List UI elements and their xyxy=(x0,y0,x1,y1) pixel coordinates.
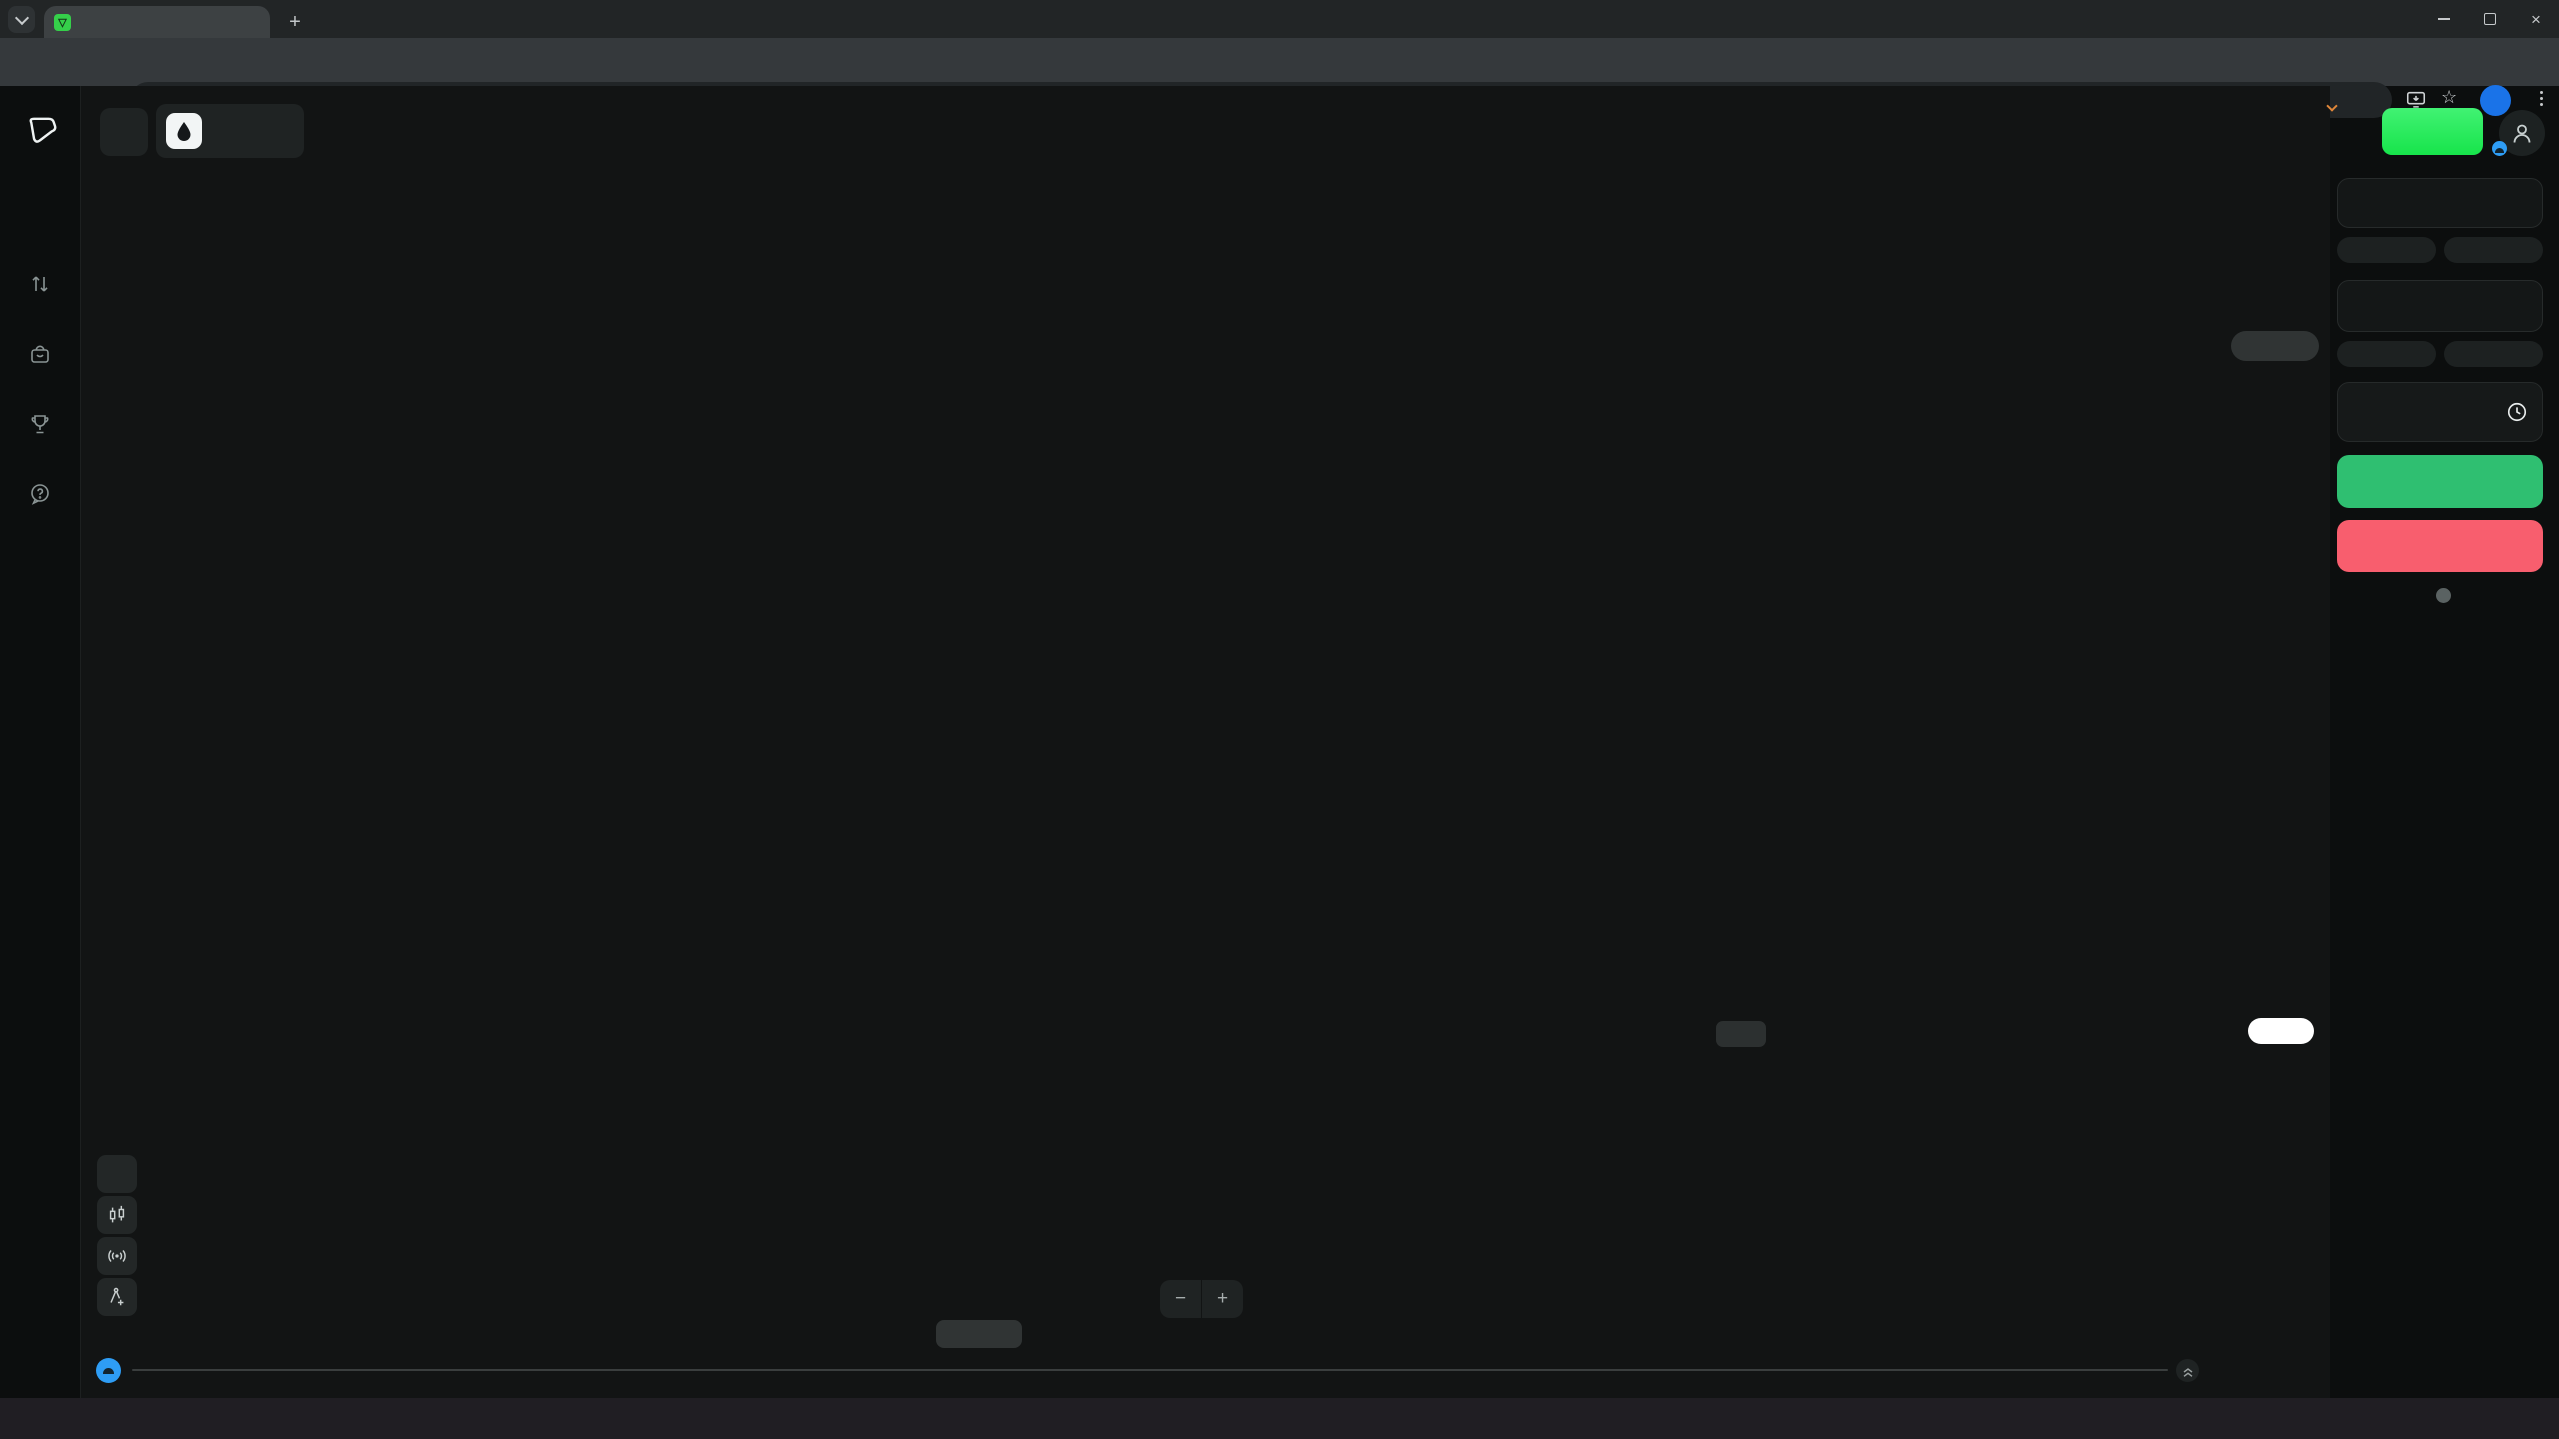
help-icon xyxy=(28,482,52,506)
scroll-to-latest-button[interactable] xyxy=(2176,1359,2199,1382)
online-counter xyxy=(10,1334,70,1336)
collapsed-widget-button[interactable] xyxy=(96,1358,121,1383)
chart-canvas[interactable] xyxy=(80,86,2330,1398)
account-balance[interactable] xyxy=(2150,102,2336,110)
window-controls: × xyxy=(2421,0,2559,38)
instrument-card[interactable] xyxy=(156,104,304,158)
close-icon: × xyxy=(2531,11,2541,28)
instrument-icon xyxy=(166,113,202,149)
bookmark-star-icon[interactable]: ☆ xyxy=(2441,87,2457,108)
current-price-tag xyxy=(2248,1018,2314,1044)
compass-icon xyxy=(106,1286,128,1308)
rewards-icon xyxy=(28,412,52,436)
profit-info xyxy=(2337,588,2543,603)
up-button[interactable] xyxy=(2337,455,2543,508)
new-tab-button[interactable]: + xyxy=(282,9,308,35)
clock-icon xyxy=(2506,401,2528,423)
person-icon xyxy=(2510,121,2534,145)
zoom-in-button[interactable]: + xyxy=(1202,1280,1243,1318)
crosshair-price-badge xyxy=(2231,331,2319,361)
chart-scrollbar[interactable] xyxy=(132,1369,2168,1371)
chevron-down-icon xyxy=(14,11,28,25)
browser-menu-icon[interactable] xyxy=(2540,91,2543,106)
browser-tab[interactable]: ▽ xyxy=(44,6,270,38)
amount-increase-button[interactable] xyxy=(2444,237,2543,263)
trade-countdown-timer xyxy=(1716,1021,1766,1047)
duration-increase-button[interactable] xyxy=(2444,341,2543,367)
sidebar-item-market[interactable] xyxy=(0,342,80,368)
sidebar-item-help[interactable] xyxy=(0,482,80,508)
zoom-out-button[interactable]: − xyxy=(1160,1280,1201,1318)
chart-type-button[interactable] xyxy=(97,1196,137,1234)
minimize-icon xyxy=(2438,18,2450,20)
payments-button[interactable] xyxy=(2382,108,2483,155)
site-favicon: ▽ xyxy=(54,14,71,31)
chevron-down-icon xyxy=(2326,100,2337,111)
minimize-button[interactable] xyxy=(2421,0,2467,38)
sidebar-item-rewards[interactable] xyxy=(0,412,80,438)
windows-taskbar: Y Y xyxy=(0,1398,2559,1439)
signal-icon xyxy=(106,1245,128,1267)
drawing-tools-button[interactable] xyxy=(97,1278,137,1316)
screen: ▽ + × ← → ☆ xyxy=(0,0,2559,1439)
close-window-button[interactable]: × xyxy=(2513,0,2559,38)
amount-field[interactable] xyxy=(2337,178,2543,228)
maximize-button[interactable] xyxy=(2467,0,2513,38)
olymptrade-logo[interactable] xyxy=(26,116,58,144)
add-asset-button[interactable] xyxy=(100,108,148,156)
timeframe-button[interactable] xyxy=(97,1155,137,1193)
duration-field[interactable] xyxy=(2337,280,2543,332)
amount-decrease-button[interactable] xyxy=(2337,237,2436,263)
left-sidebar xyxy=(0,86,81,1398)
down-button[interactable] xyxy=(2337,520,2543,572)
maximize-icon xyxy=(2484,13,2496,25)
browser-toolbar: ← → ☆ xyxy=(0,38,2559,86)
browser-profile-avatar[interactable] xyxy=(2480,85,2511,116)
trades-icon xyxy=(28,272,52,296)
enable-orders-button[interactable] xyxy=(2337,382,2543,442)
tab-search-button[interactable] xyxy=(8,6,35,33)
account-type-selector[interactable] xyxy=(2150,105,2336,110)
status-badge xyxy=(2492,141,2507,156)
duration-decrease-button[interactable] xyxy=(2337,341,2436,367)
double-chevron-up-icon xyxy=(2180,1363,2196,1379)
arc-icon xyxy=(103,1368,114,1374)
help-circle-icon[interactable] xyxy=(2436,588,2451,603)
crosshair-time-badge xyxy=(936,1320,1022,1348)
chart-zoom-controls: − + xyxy=(1160,1280,1243,1318)
candles-icon xyxy=(106,1204,128,1226)
sidebar-item-trades[interactable] xyxy=(0,272,80,298)
market-icon xyxy=(28,342,52,366)
live-signals-button[interactable] xyxy=(97,1237,137,1275)
browser-titlebar: ▽ + × xyxy=(0,0,2559,38)
ohlc-readout xyxy=(145,1236,187,1316)
